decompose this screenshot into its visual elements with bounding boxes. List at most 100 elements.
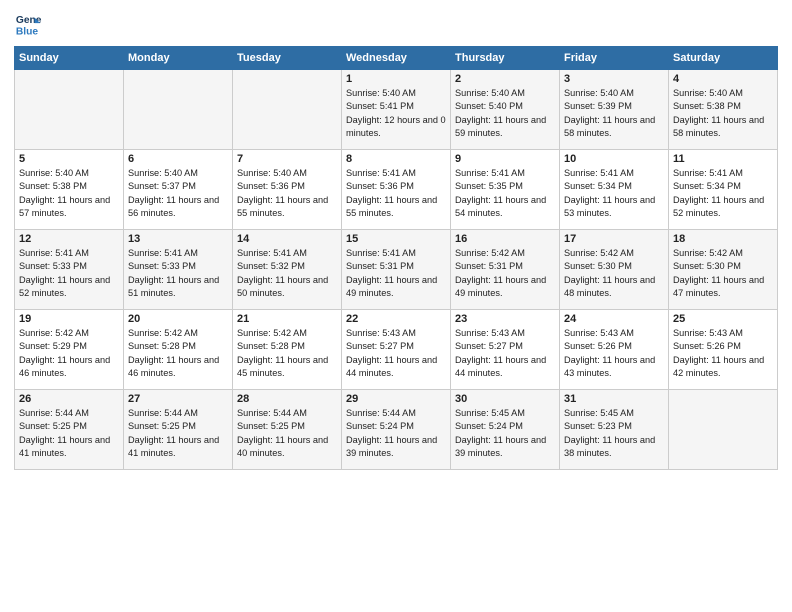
weekday-header: Sunday xyxy=(15,47,124,70)
day-info: Sunrise: 5:44 AMSunset: 5:24 PMDaylight:… xyxy=(346,407,446,460)
calendar-cell: 5Sunrise: 5:40 AMSunset: 5:38 PMDaylight… xyxy=(15,150,124,230)
day-info: Sunrise: 5:41 AMSunset: 5:31 PMDaylight:… xyxy=(346,247,446,300)
day-number: 10 xyxy=(564,153,664,165)
day-info: Sunrise: 5:41 AMSunset: 5:35 PMDaylight:… xyxy=(455,167,555,220)
calendar-week-row: 1Sunrise: 5:40 AMSunset: 5:41 PMDaylight… xyxy=(15,70,778,150)
calendar-cell: 6 Sunrise: 5:40 AMSunset: 5:37 PMDaylight… xyxy=(124,150,233,230)
day-info: Sunrise: 5:42 AMSunset: 5:30 PMDaylight:… xyxy=(673,247,773,300)
svg-text:Blue: Blue xyxy=(16,26,39,37)
day-number: 26 xyxy=(19,393,119,405)
day-number: 30 xyxy=(455,393,555,405)
page-header: General Blue xyxy=(14,10,778,38)
day-number: 14 xyxy=(237,233,337,245)
calendar-cell: 11 Sunrise: 5:41 AMSunset: 5:34 PMDayligh… xyxy=(669,150,778,230)
day-info: Sunrise: 5:44 AMSunset: 5:25 PMDaylight:… xyxy=(128,407,228,460)
logo-icon: General Blue xyxy=(14,10,42,38)
day-info: Sunrise: 5:44 AMSunset: 5:25 PMDaylight:… xyxy=(19,407,119,460)
weekday-header: Monday xyxy=(124,47,233,70)
calendar-cell: 21 Sunrise: 5:42 AMSunset: 5:28 PMDayligh… xyxy=(233,310,342,390)
day-number: 6 xyxy=(128,153,228,165)
calendar-cell: 14 Sunrise: 5:41 AMSunset: 5:32 PMDayligh… xyxy=(233,230,342,310)
calendar-cell: 18 Sunrise: 5:42 AMSunset: 5:30 PMDayligh… xyxy=(669,230,778,310)
day-number: 21 xyxy=(237,313,337,325)
day-number: 7 xyxy=(237,153,337,165)
calendar-cell: 23 Sunrise: 5:43 AMSunset: 5:27 PMDayligh… xyxy=(451,310,560,390)
day-info: Sunrise: 5:40 AMSunset: 5:40 PMDaylight:… xyxy=(455,87,555,140)
day-info: Sunrise: 5:40 AMSunset: 5:37 PMDaylight:… xyxy=(128,167,228,220)
day-number: 23 xyxy=(455,313,555,325)
calendar-cell: 25 Sunrise: 5:43 AMSunset: 5:26 PMDayligh… xyxy=(669,310,778,390)
day-number: 29 xyxy=(346,393,446,405)
day-info: Sunrise: 5:41 AMSunset: 5:34 PMDaylight:… xyxy=(564,167,664,220)
calendar-cell: 24 Sunrise: 5:43 AMSunset: 5:26 PMDayligh… xyxy=(560,310,669,390)
day-info: Sunrise: 5:41 AMSunset: 5:34 PMDaylight:… xyxy=(673,167,773,220)
day-info: Sunrise: 5:41 AMSunset: 5:33 PMDaylight:… xyxy=(19,247,119,300)
calendar-week-row: 5Sunrise: 5:40 AMSunset: 5:38 PMDaylight… xyxy=(15,150,778,230)
day-info: Sunrise: 5:41 AMSunset: 5:36 PMDaylight:… xyxy=(346,167,446,220)
day-info: Sunrise: 5:43 AMSunset: 5:26 PMDaylight:… xyxy=(673,327,773,380)
day-info: Sunrise: 5:41 AMSunset: 5:32 PMDaylight:… xyxy=(237,247,337,300)
calendar-cell: 19 Sunrise: 5:42 AMSunset: 5:29 PMDayligh… xyxy=(15,310,124,390)
day-number: 13 xyxy=(128,233,228,245)
calendar-cell: 26 Sunrise: 5:44 AMSunset: 5:25 PMDayligh… xyxy=(15,390,124,470)
day-info: Sunrise: 5:42 AMSunset: 5:29 PMDaylight:… xyxy=(19,327,119,380)
day-number: 8 xyxy=(346,153,446,165)
calendar-week-row: 26 Sunrise: 5:44 AMSunset: 5:25 PMDayligh… xyxy=(15,390,778,470)
calendar-table: SundayMondayTuesdayWednesdayThursdayFrid… xyxy=(14,46,778,470)
calendar-cell: 31Sunrise: 5:45 AMSunset: 5:23 PMDayligh… xyxy=(560,390,669,470)
day-number: 2 xyxy=(455,73,555,85)
day-info: Sunrise: 5:42 AMSunset: 5:30 PMDaylight:… xyxy=(564,247,664,300)
day-info: Sunrise: 5:43 AMSunset: 5:27 PMDaylight:… xyxy=(346,327,446,380)
calendar-cell: 8 Sunrise: 5:41 AMSunset: 5:36 PMDaylight… xyxy=(342,150,451,230)
day-number: 11 xyxy=(673,153,773,165)
calendar-cell: 22 Sunrise: 5:43 AMSunset: 5:27 PMDayligh… xyxy=(342,310,451,390)
day-number: 22 xyxy=(346,313,446,325)
logo: General Blue xyxy=(14,10,42,38)
day-number: 16 xyxy=(455,233,555,245)
calendar-cell: 15Sunrise: 5:41 AMSunset: 5:31 PMDayligh… xyxy=(342,230,451,310)
day-number: 28 xyxy=(237,393,337,405)
day-number: 20 xyxy=(128,313,228,325)
weekday-header: Tuesday xyxy=(233,47,342,70)
calendar-cell: 27 Sunrise: 5:44 AMSunset: 5:25 PMDayligh… xyxy=(124,390,233,470)
svg-text:General: General xyxy=(16,15,42,26)
calendar-cell: 4Sunrise: 5:40 AMSunset: 5:38 PMDaylight… xyxy=(669,70,778,150)
day-info: Sunrise: 5:42 AMSunset: 5:31 PMDaylight:… xyxy=(455,247,555,300)
day-info: Sunrise: 5:40 AMSunset: 5:36 PMDaylight:… xyxy=(237,167,337,220)
calendar-cell: 7 Sunrise: 5:40 AMSunset: 5:36 PMDaylight… xyxy=(233,150,342,230)
day-info: Sunrise: 5:40 AMSunset: 5:39 PMDaylight:… xyxy=(564,87,664,140)
day-info: Sunrise: 5:45 AMSunset: 5:24 PMDaylight:… xyxy=(455,407,555,460)
day-info: Sunrise: 5:41 AMSunset: 5:33 PMDaylight:… xyxy=(128,247,228,300)
day-info: Sunrise: 5:43 AMSunset: 5:27 PMDaylight:… xyxy=(455,327,555,380)
day-number: 24 xyxy=(564,313,664,325)
day-info: Sunrise: 5:45 AMSunset: 5:23 PMDaylight:… xyxy=(564,407,664,460)
calendar-cell: 2 Sunrise: 5:40 AMSunset: 5:40 PMDaylight… xyxy=(451,70,560,150)
calendar-cell: 3Sunrise: 5:40 AMSunset: 5:39 PMDaylight… xyxy=(560,70,669,150)
day-info: Sunrise: 5:42 AMSunset: 5:28 PMDaylight:… xyxy=(128,327,228,380)
calendar-cell xyxy=(15,70,124,150)
day-number: 19 xyxy=(19,313,119,325)
calendar-cell: 1Sunrise: 5:40 AMSunset: 5:41 PMDaylight… xyxy=(342,70,451,150)
weekday-header: Friday xyxy=(560,47,669,70)
calendar-cell: 16 Sunrise: 5:42 AMSunset: 5:31 PMDayligh… xyxy=(451,230,560,310)
day-info: Sunrise: 5:43 AMSunset: 5:26 PMDaylight:… xyxy=(564,327,664,380)
day-number: 4 xyxy=(673,73,773,85)
weekday-header: Thursday xyxy=(451,47,560,70)
weekday-header: Wednesday xyxy=(342,47,451,70)
weekday-header-row: SundayMondayTuesdayWednesdayThursdayFrid… xyxy=(15,47,778,70)
calendar-cell: 10 Sunrise: 5:41 AMSunset: 5:34 PMDayligh… xyxy=(560,150,669,230)
day-number: 18 xyxy=(673,233,773,245)
calendar-week-row: 12 Sunrise: 5:41 AMSunset: 5:33 PMDayligh… xyxy=(15,230,778,310)
calendar-cell: 17Sunrise: 5:42 AMSunset: 5:30 PMDayligh… xyxy=(560,230,669,310)
calendar-cell: 12 Sunrise: 5:41 AMSunset: 5:33 PMDayligh… xyxy=(15,230,124,310)
day-number: 27 xyxy=(128,393,228,405)
calendar-cell: 29 Sunrise: 5:44 AMSunset: 5:24 PMDayligh… xyxy=(342,390,451,470)
calendar-cell: 20 Sunrise: 5:42 AMSunset: 5:28 PMDayligh… xyxy=(124,310,233,390)
day-info: Sunrise: 5:44 AMSunset: 5:25 PMDaylight:… xyxy=(237,407,337,460)
day-number: 12 xyxy=(19,233,119,245)
calendar-cell: 30 Sunrise: 5:45 AMSunset: 5:24 PMDayligh… xyxy=(451,390,560,470)
calendar-cell xyxy=(233,70,342,150)
day-info: Sunrise: 5:42 AMSunset: 5:28 PMDaylight:… xyxy=(237,327,337,380)
day-number: 25 xyxy=(673,313,773,325)
day-info: Sunrise: 5:40 AMSunset: 5:38 PMDaylight:… xyxy=(19,167,119,220)
